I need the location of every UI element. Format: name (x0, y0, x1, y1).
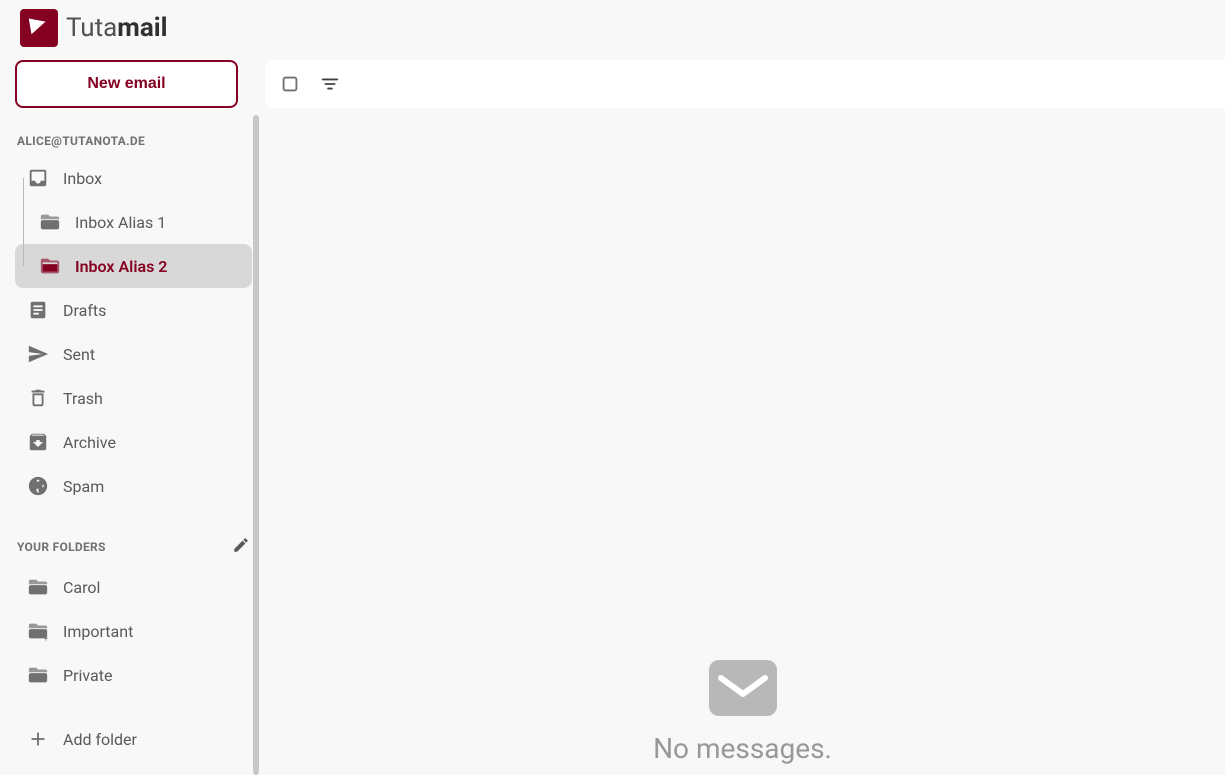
brand-name-start: Tuta (66, 13, 117, 43)
empty-state-text: No messages. (653, 732, 832, 765)
select-all-checkbox[interactable] (279, 73, 301, 95)
folder-label: Important (63, 622, 133, 641)
folder-label: Drafts (63, 301, 106, 320)
tuta-logo-icon (20, 9, 58, 47)
add-folder-label: Add folder (63, 730, 137, 749)
brand-name: Tutamail (66, 13, 168, 43)
system-folder-list: Inbox Inbox Alias 1 Inbox Alias 2 Drafts Sen… (15, 156, 252, 508)
folder-label: Inbox Alias 2 (75, 257, 167, 276)
your-folders-label: YOUR FOLDERS (17, 540, 106, 554)
folder-item-sent[interactable]: Sent (15, 332, 252, 376)
folder-item-inbox[interactable]: Inbox (15, 156, 252, 200)
folder-label: Trash (63, 389, 103, 408)
archive-icon (27, 431, 49, 453)
empty-mail-icon (709, 660, 777, 720)
trash-icon (27, 387, 49, 409)
folder-icon (27, 576, 49, 598)
folder-label: Carol (63, 578, 100, 597)
folder-item-drafts[interactable]: Drafts (15, 288, 252, 332)
main-container: New email ALICE@TUTANOTA.DE Inbox Inbox A… (0, 55, 1225, 775)
add-folder-button[interactable]: Add folder (15, 717, 252, 761)
user-folder-list: Carol + Important Private (15, 565, 252, 697)
folder-label: Archive (63, 433, 116, 452)
add-folder-row: Add folder (15, 717, 252, 761)
app-header: Tutamail (0, 0, 1225, 55)
folder-item-private[interactable]: Private (15, 653, 252, 697)
your-folders-header: YOUR FOLDERS (15, 528, 252, 565)
folder-plus-icon: + (27, 620, 49, 642)
new-email-button[interactable]: New email (15, 60, 238, 108)
folder-item-inbox-alias-1[interactable]: Inbox Alias 1 (15, 200, 252, 244)
brand-name-end: mail (117, 13, 167, 43)
folder-item-important[interactable]: + Important (15, 609, 252, 653)
folder-item-carol[interactable]: Carol (15, 565, 252, 609)
folder-label: Inbox Alias 1 (75, 213, 166, 232)
folder-open-icon (39, 255, 61, 277)
brand-logo[interactable]: Tutamail (20, 9, 168, 47)
mail-list-toolbar (265, 60, 1225, 108)
empty-state: No messages. (260, 108, 1225, 775)
content-area: No messages. (260, 55, 1225, 775)
folder-item-trash[interactable]: Trash (15, 376, 252, 420)
sidebar-scrollbar[interactable] (252, 115, 260, 775)
svg-text:+: + (44, 634, 49, 642)
folder-label: Spam (63, 477, 104, 496)
filter-icon[interactable] (319, 73, 341, 95)
folder-icon (27, 664, 49, 686)
folder-item-spam[interactable]: Spam (15, 464, 252, 508)
sent-icon (27, 343, 49, 365)
folder-label: Private (63, 666, 112, 685)
drafts-icon (27, 299, 49, 321)
sidebar: New email ALICE@TUTANOTA.DE Inbox Inbox A… (0, 55, 260, 775)
folder-label: Inbox (63, 169, 102, 188)
folder-icon (39, 211, 61, 233)
scrollbar-thumb[interactable] (253, 115, 259, 775)
folder-item-archive[interactable]: Archive (15, 420, 252, 464)
edit-folders-icon[interactable] (232, 536, 250, 557)
inbox-icon (27, 167, 49, 189)
account-email-header: ALICE@TUTANOTA.DE (15, 126, 252, 156)
folder-label: Sent (63, 345, 95, 364)
plus-icon (27, 728, 49, 750)
folder-item-inbox-alias-2[interactable]: Inbox Alias 2 (15, 244, 252, 288)
spam-icon (27, 475, 49, 497)
account-email-label: ALICE@TUTANOTA.DE (17, 134, 145, 148)
